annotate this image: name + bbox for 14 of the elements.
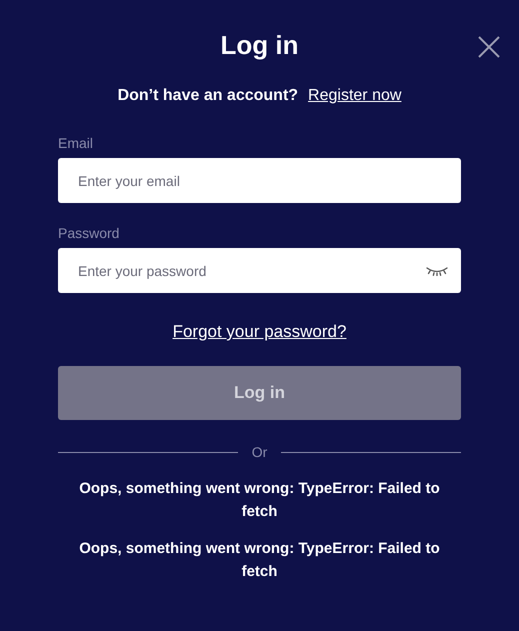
dialog-title: Log in — [220, 29, 298, 62]
register-prompt: Don’t have an account? — [118, 86, 298, 106]
input-field[interactable]: Enter your password — [58, 248, 461, 293]
close-button[interactable] — [477, 35, 501, 59]
error-message: Oops, something went wrong: TypeError: Failed to fetch — [78, 538, 441, 582]
input-field[interactable]: Enter your email — [58, 158, 461, 203]
divider-label: Or — [252, 442, 268, 462]
error-message: Oops, something went wrong: TypeError: Failed to fetch — [78, 478, 441, 522]
field-label: Password — [58, 224, 120, 242]
register-link[interactable]: Register now — [308, 84, 402, 108]
close-icon — [478, 36, 500, 58]
field-label: Email — [58, 134, 94, 152]
eye-closed-icon[interactable] — [426, 266, 448, 276]
forgot-password-link[interactable]: Forgot your password? — [172, 319, 346, 344]
